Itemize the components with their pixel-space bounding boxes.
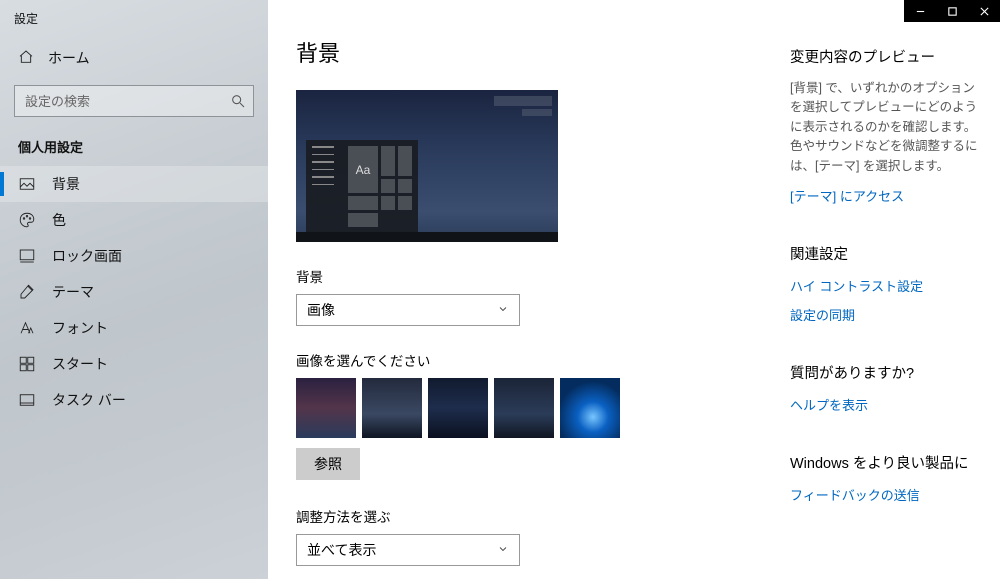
nav-item-background[interactable]: 背景 bbox=[0, 166, 268, 202]
nav-item-taskbar[interactable]: タスク バー bbox=[0, 382, 268, 418]
high-contrast-link[interactable]: ハイ コントラスト設定 bbox=[790, 276, 982, 295]
choose-image-label: 画像を選んでください bbox=[296, 350, 764, 370]
close-button[interactable] bbox=[968, 0, 1000, 22]
minimize-button[interactable] bbox=[904, 0, 936, 22]
background-type-select[interactable]: 画像 bbox=[296, 294, 520, 326]
nav-item-label: タスク バー bbox=[52, 390, 126, 410]
background-section-label: 背景 bbox=[296, 266, 764, 286]
picture-icon bbox=[18, 175, 36, 193]
sync-settings-link[interactable]: 設定の同期 bbox=[790, 305, 982, 324]
image-thumbnail[interactable] bbox=[494, 378, 554, 438]
image-thumbnail[interactable] bbox=[560, 378, 620, 438]
fit-select-value: 並べて表示 bbox=[307, 540, 376, 560]
preview-start-menu: Aa bbox=[306, 140, 418, 232]
preview-sample-text: Aa bbox=[348, 146, 378, 193]
background-preview: Aa bbox=[296, 90, 558, 242]
nav-item-colors[interactable]: 色 bbox=[0, 202, 268, 238]
nav-item-start[interactable]: スタート bbox=[0, 346, 268, 382]
page-title: 背景 bbox=[296, 36, 764, 68]
preview-changes-heading: 変更内容のプレビュー bbox=[790, 46, 982, 67]
app-title: 設定 bbox=[0, 0, 268, 41]
image-thumbnail[interactable] bbox=[362, 378, 422, 438]
nav-item-label: 色 bbox=[52, 210, 66, 230]
maximize-button[interactable] bbox=[936, 0, 968, 22]
category-label: 個人用設定 bbox=[0, 129, 268, 166]
related-settings-heading: 関連設定 bbox=[790, 243, 982, 264]
preview-changes-body: [背景] で、いずれかのオプションを選択してプレビューにどのように表示されるのか… bbox=[790, 79, 982, 176]
fit-section-label: 調整方法を選ぶ bbox=[296, 506, 764, 526]
theme-access-link[interactable]: [テーマ] にアクセス bbox=[790, 186, 982, 205]
nav-item-label: テーマ bbox=[52, 282, 94, 302]
image-thumbnails bbox=[296, 378, 764, 438]
search-icon[interactable] bbox=[230, 93, 246, 109]
search-field-wrap bbox=[14, 85, 254, 117]
nav-item-label: スタート bbox=[52, 354, 108, 374]
image-thumbnail[interactable] bbox=[296, 378, 356, 438]
home-icon bbox=[18, 49, 34, 68]
help-link[interactable]: ヘルプを表示 bbox=[790, 395, 982, 414]
nav-item-label: ロック画面 bbox=[52, 246, 122, 266]
main-area: 背景 Aa 背景 画像 画像を選んでください bbox=[268, 0, 1000, 579]
browse-button[interactable]: 参照 bbox=[296, 448, 360, 480]
fit-select[interactable]: 並べて表示 bbox=[296, 534, 520, 566]
nav-item-fonts[interactable]: フォント bbox=[0, 310, 268, 346]
sidebar: 設定 ホーム 個人用設定 背景 色 ロック画面 テーマ bbox=[0, 0, 268, 579]
chevron-down-icon bbox=[497, 542, 509, 558]
taskbar-icon bbox=[18, 391, 36, 409]
brush-icon bbox=[18, 283, 36, 301]
preview-taskbar bbox=[296, 232, 558, 242]
content-column: 背景 Aa 背景 画像 画像を選んでください bbox=[268, 0, 784, 579]
preview-sample-window bbox=[492, 96, 552, 124]
image-thumbnail[interactable] bbox=[428, 378, 488, 438]
background-type-value: 画像 bbox=[307, 300, 335, 320]
home-label: ホーム bbox=[48, 48, 90, 68]
font-icon bbox=[18, 319, 36, 337]
question-heading: 質問がありますか? bbox=[790, 362, 982, 383]
chevron-down-icon bbox=[497, 302, 509, 318]
feedback-link[interactable]: フィードバックの送信 bbox=[790, 485, 982, 504]
start-icon bbox=[18, 355, 36, 373]
window-controls bbox=[904, 0, 1000, 28]
feedback-heading: Windows をより良い製品に bbox=[790, 452, 982, 473]
nav-item-label: フォント bbox=[52, 318, 108, 338]
nav-item-lockscreen[interactable]: ロック画面 bbox=[0, 238, 268, 274]
aside-column: 変更内容のプレビュー [背景] で、いずれかのオプションを選択してプレビューにど… bbox=[784, 0, 1000, 579]
search-input[interactable] bbox=[14, 85, 254, 117]
palette-icon bbox=[18, 211, 36, 229]
home-button[interactable]: ホーム bbox=[0, 41, 268, 75]
lockscreen-icon bbox=[18, 247, 36, 265]
nav-item-themes[interactable]: テーマ bbox=[0, 274, 268, 310]
nav-item-label: 背景 bbox=[52, 174, 80, 194]
